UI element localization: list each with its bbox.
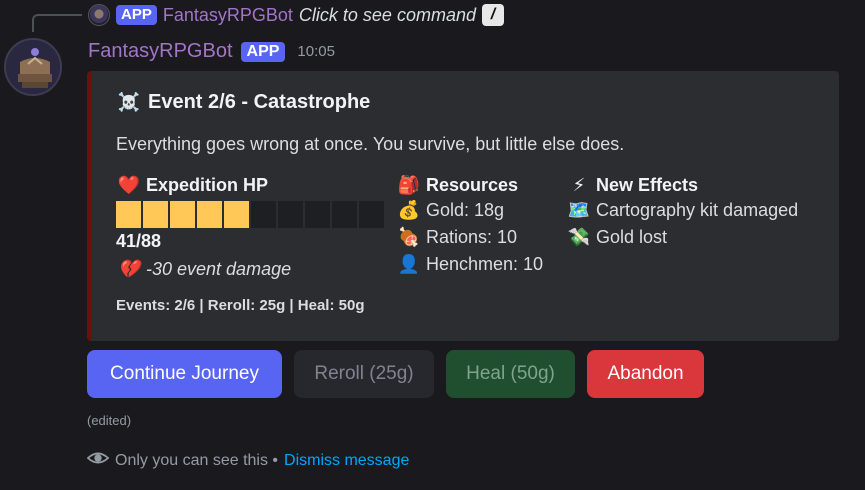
broken-heart-icon: 💔 xyxy=(117,258,141,279)
hp-bar-segment-filled xyxy=(143,201,168,228)
app-badge: APP xyxy=(116,5,157,25)
effect-cartography: 🗺️ Cartography kit damaged xyxy=(566,197,798,224)
person-icon: 👤 xyxy=(397,254,421,274)
skull-crossbones-icon: ☠️ xyxy=(117,92,141,112)
message-header: FantasyRPGBot APP 10:05 xyxy=(88,40,335,63)
lightning-icon: ⚡ xyxy=(572,174,586,195)
field-effects-label: New Effects xyxy=(596,174,699,195)
edited-label: (edited) xyxy=(87,413,132,428)
field-hp-label: Expedition HP xyxy=(146,174,269,195)
slash-command-icon: / xyxy=(481,4,504,26)
hp-value: 41/88 xyxy=(116,231,162,251)
meat-icon: 🍖 xyxy=(397,227,421,247)
reply-connector xyxy=(32,14,82,32)
hp-bar-segment-filled xyxy=(170,201,195,228)
field-effects: ⚡ New Effects 🗺️ Cartography kit damaged… xyxy=(566,173,798,251)
hp-bar xyxy=(116,201,384,228)
message-author[interactable]: FantasyRPGBot xyxy=(88,40,233,63)
effect-gold-lost: 💸 Gold lost xyxy=(566,224,798,251)
effect-gold-lost-text: Gold lost xyxy=(596,227,668,247)
damage-line: 💔 -30 event damage xyxy=(116,255,384,283)
field-resources-label: Resources xyxy=(426,174,519,195)
heart-icon: ❤️ xyxy=(117,174,141,195)
hp-bar-segment-empty xyxy=(305,201,330,228)
money-wings-icon: 💸 xyxy=(567,227,591,247)
eye-icon xyxy=(86,447,110,474)
embed-title-text: Event 2/6 - Catastrophe xyxy=(148,91,371,113)
field-effects-name: ⚡ New Effects xyxy=(566,173,798,197)
event-embed: ☠️ Event 2/6 - Catastrophe Everything go… xyxy=(87,71,839,341)
continue-journey-button[interactable]: Continue Journey xyxy=(87,350,282,398)
effect-cartography-text: Cartography kit damaged xyxy=(596,200,799,220)
hp-bar-segment-filled xyxy=(116,201,141,228)
resource-henchmen: 👤 Henchmen: 10 xyxy=(396,251,543,278)
embed-title: ☠️ Event 2/6 - Catastrophe xyxy=(116,91,371,114)
app-badge: APP xyxy=(240,41,286,62)
reply-text[interactable]: Click to see command xyxy=(299,5,476,26)
ephemeral-notice: Only you can see this • Dismiss message xyxy=(86,447,409,474)
backpack-icon: 🎒 xyxy=(397,174,421,195)
bot-mini-avatar xyxy=(88,4,110,26)
hp-bar-segment-empty xyxy=(278,201,303,228)
resource-gold: 💰 Gold: 18g xyxy=(396,197,543,224)
embed-footer: Events: 2/6 | Reroll: 25g | Heal: 50g xyxy=(116,297,365,314)
dismiss-message-link[interactable]: Dismiss message xyxy=(284,452,409,470)
field-resources: 🎒 Resources 💰 Gold: 18g 🍖 Rations: 10 👤 … xyxy=(396,173,543,278)
hp-bar-segment-empty xyxy=(359,201,384,228)
reply-author[interactable]: FantasyRPGBot xyxy=(163,5,293,26)
abandon-button[interactable]: Abandon xyxy=(587,350,704,398)
action-row: Continue Journey Reroll (25g) Heal (50g)… xyxy=(87,350,704,398)
field-hp-name: ❤️ Expedition HP xyxy=(116,173,384,197)
field-resources-name: 🎒 Resources xyxy=(396,173,543,197)
resource-rations: 🍖 Rations: 10 xyxy=(396,224,543,251)
timestamp[interactable]: 10:05 xyxy=(297,43,335,60)
hp-bar-segment-filled xyxy=(197,201,222,228)
heal-button[interactable]: Heal (50g) xyxy=(446,350,575,398)
hp-bar-segment-filled xyxy=(224,201,249,228)
resource-henchmen-text: Henchmen: 10 xyxy=(426,254,544,274)
hp-bar-segment-empty xyxy=(332,201,357,228)
money-bag-icon: 💰 xyxy=(397,200,421,220)
avatar[interactable] xyxy=(4,38,62,96)
damage-text: -30 event damage xyxy=(146,258,292,279)
embed-description: Everything goes wrong at once. You survi… xyxy=(116,134,625,154)
resource-rations-text: Rations: 10 xyxy=(426,227,518,247)
reroll-button[interactable]: Reroll (25g) xyxy=(294,350,434,398)
reply-preview[interactable]: APP FantasyRPGBot Click to see command / xyxy=(88,4,504,26)
field-hp: ❤️ Expedition HP 41/88 💔 -30 event damag… xyxy=(116,173,384,283)
map-icon: 🗺️ xyxy=(567,200,591,220)
hp-bar-segment-empty xyxy=(251,201,276,228)
resource-gold-text: Gold: 18g xyxy=(426,200,505,220)
notice-text: Only you can see this • xyxy=(115,451,279,469)
